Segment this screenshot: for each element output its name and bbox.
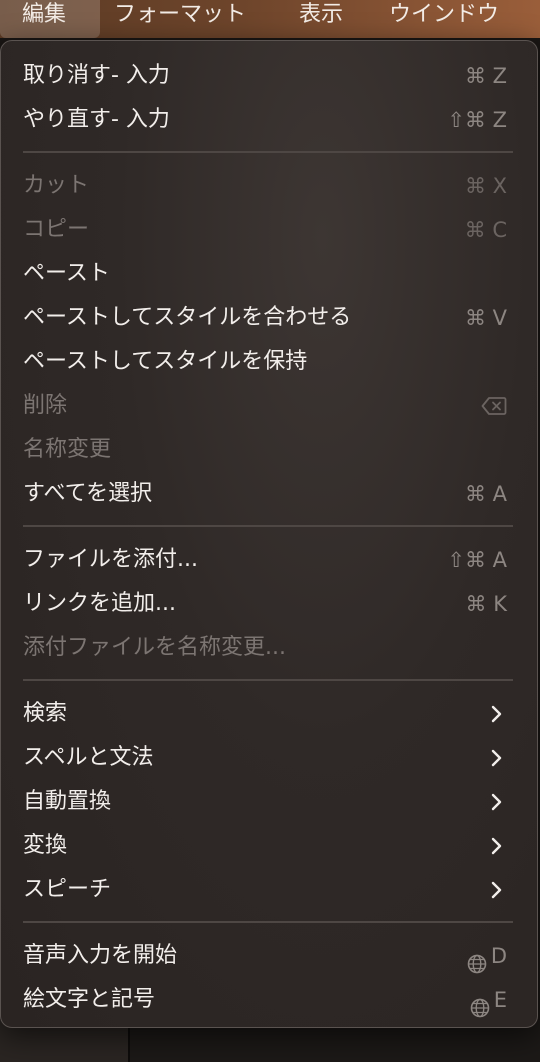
globe-icon [467,945,487,974]
menu-item-paste-keep-style[interactable]: ペーストしてスタイルを保持 [1,340,537,384]
menu-item-label: ペーストしてスタイルを保持 [23,349,308,374]
menu-item-label: ファイルを添付... [23,547,198,572]
menu-separator [23,525,513,527]
shortcut-label: ⇧⌘ Z [447,108,507,132]
menubar-format[interactable]: フォーマット [114,0,246,38]
menu-item-emoji-symbols[interactable]: 絵文字と記号 E [1,978,537,1022]
chevron-right-icon [487,780,507,824]
delete-key-icon [481,396,507,416]
menu-item-label: リンクを追加... [23,591,176,616]
menu-item-label: コピー [23,217,90,242]
menubar-view[interactable]: 表示 [299,0,343,38]
shortcut-label: ⌘ Z [464,64,507,88]
menu-item-label: 削除 [23,393,68,418]
menu-item-label: 変換 [23,833,68,858]
menu-item-label: スピーチ [23,877,112,902]
menu-item-label: 自動置換 [23,789,112,814]
menubar-edit[interactable]: 編集 [0,0,100,38]
menu-item-label: すべてを選択 [23,481,153,506]
shortcut-label: ⌘ A [464,482,507,506]
menu-separator [23,921,513,923]
menu-item-label: 取り消す- 入力 [23,63,170,88]
shortcut-key: E [493,988,507,1012]
menu-item-label: 音声入力を開始 [23,943,178,968]
menu-item-label: やり直す- 入力 [23,107,170,132]
menu-item-label: ペーストしてスタイルを合わせる [23,305,352,330]
menu-item-paste[interactable]: ペースト [1,252,537,296]
menu-item-speech[interactable]: スピーチ [1,868,537,912]
shortcut-label: ⌘ X [464,174,507,198]
menu-item-rename: 名称変更 [1,428,537,472]
chevron-right-icon [487,736,507,780]
menu-item-find[interactable]: 検索 [1,692,537,736]
menu-separator [23,151,513,153]
menu-item-attach-file[interactable]: ファイルを添付... ⇧⌘ A [1,538,537,582]
menu-item-label: 検索 [23,701,68,726]
menu-item-paste-match-style[interactable]: ペーストしてスタイルを合わせる ⌘ V [1,296,537,340]
menu-item-label: 名称変更 [23,437,112,462]
menu-item-label: 絵文字と記号 [23,987,156,1012]
shortcut-label: ⌘ C [464,218,507,242]
menubar-window[interactable]: ウインドウ [389,0,499,38]
menu-item-copy: コピー ⌘ C [1,208,537,252]
edit-menu-dropdown: 取り消す- 入力 ⌘ Z やり直す- 入力 ⇧⌘ Z カット ⌘ X コピー ⌘… [0,40,538,1028]
shortcut-label: ⇧⌘ A [447,548,507,572]
menu-item-label: 添付ファイルを名称変更... [23,635,286,660]
globe-icon [470,989,490,1018]
shortcut-label: E [470,978,507,1022]
menu-item-label: カット [23,173,90,198]
menu-item-redo[interactable]: やり直す- 入力 ⇧⌘ Z [1,98,537,142]
menu-item-label: ペースト [23,261,110,286]
menu-item-undo[interactable]: 取り消す- 入力 ⌘ Z [1,54,537,98]
menu-item-spelling-grammar[interactable]: スペルと文法 [1,736,537,780]
menu-separator [23,679,513,681]
menu-item-add-link[interactable]: リンクを追加... ⌘ K [1,582,537,626]
menu-bar: 編集 フォーマット 表示 ウインドウ [0,0,540,38]
shortcut-label: ⌘ V [464,306,507,330]
shortcut-label: D [467,934,507,978]
shortcut-key: D [490,944,507,968]
chevron-right-icon [487,692,507,736]
chevron-right-icon [487,824,507,868]
menu-item-start-dictation[interactable]: 音声入力を開始 D [1,934,537,978]
menu-item-select-all[interactable]: すべてを選択 ⌘ A [1,472,537,516]
chevron-right-icon [487,868,507,912]
menu-item-transformations[interactable]: 変換 [1,824,537,868]
menu-item-substitutions[interactable]: 自動置換 [1,780,537,824]
menu-item-rename-attachment: 添付ファイルを名称変更... [1,626,537,670]
menu-item-delete: 削除 [1,384,537,428]
menu-item-cut: カット ⌘ X [1,164,537,208]
menu-item-label: スペルと文法 [23,745,154,770]
shortcut-label: ⌘ K [465,592,507,616]
